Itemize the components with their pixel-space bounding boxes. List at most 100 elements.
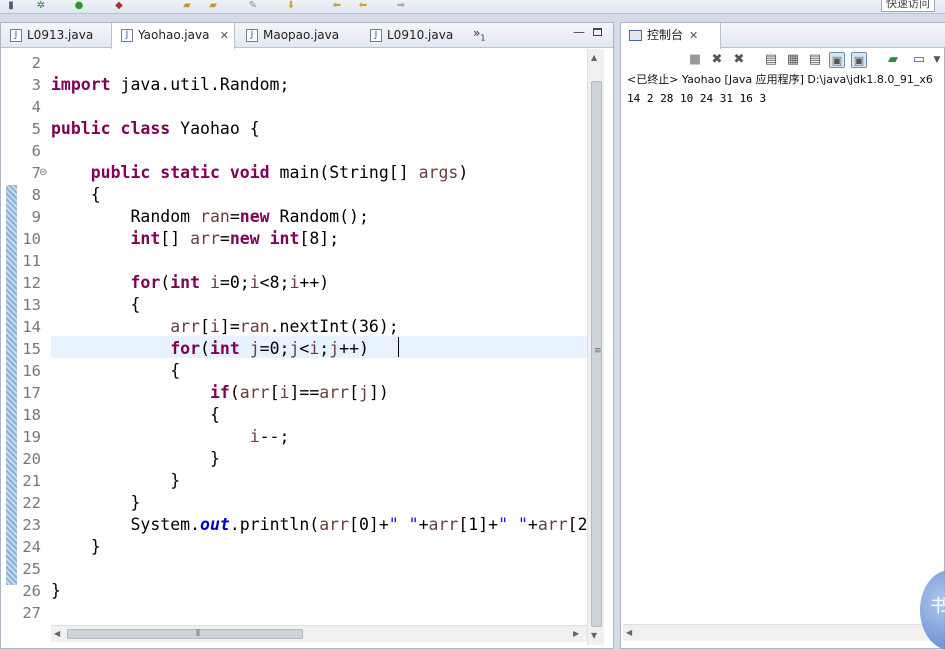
scroll-left-icon[interactable]: ◀ bbox=[626, 628, 632, 637]
tab-console[interactable]: 控制台 ✕ bbox=[621, 23, 721, 49]
code-line: int[] arr=new int[8]; bbox=[51, 228, 339, 250]
scroll-lock-icon[interactable]: ▦ bbox=[785, 52, 801, 68]
scroll-thumb[interactable]: ⦀ bbox=[67, 629, 303, 639]
next-annotation-icon[interactable]: ⬇ bbox=[284, 0, 298, 11]
code-token: [0]+ bbox=[349, 515, 389, 534]
line-number: 10 bbox=[22, 230, 41, 248]
line-number: 7 bbox=[31, 164, 41, 182]
code-token: { bbox=[51, 295, 141, 314]
tab-label: L0913.java bbox=[27, 28, 94, 42]
tab-l0910[interactable]: J L0910.java bbox=[361, 23, 467, 48]
code-token: [ bbox=[349, 383, 360, 402]
code-token: [2 bbox=[567, 515, 587, 534]
forward-back-icon[interactable]: ⬅ bbox=[356, 0, 370, 11]
code-token: arr bbox=[239, 383, 270, 402]
code-token: + bbox=[527, 515, 538, 534]
line-number: 25 bbox=[22, 560, 41, 578]
open-type-icon[interactable]: ▰ bbox=[206, 0, 220, 11]
console-output[interactable]: 14 2 28 10 24 31 16 3 bbox=[627, 92, 766, 106]
code-token: } bbox=[51, 537, 101, 556]
code-token: ]) bbox=[368, 383, 389, 402]
minimize-icon[interactable]: — bbox=[573, 25, 585, 39]
scroll-right-icon[interactable]: ▶ bbox=[573, 629, 579, 638]
line-number: 15 bbox=[22, 340, 41, 358]
line-number: 19 bbox=[22, 428, 41, 446]
vertical-scrollbar[interactable]: ▲ ≡ ▼ bbox=[587, 49, 604, 645]
code-line: { bbox=[51, 360, 180, 382]
run-icon[interactable]: ● bbox=[72, 0, 86, 11]
line-number: 11 bbox=[22, 252, 41, 270]
editor-panel: J L0913.java J Yaohao.java ✕ J Maopao.ja… bbox=[0, 22, 614, 649]
scroll-left-icon[interactable]: ◀ bbox=[54, 629, 60, 638]
code-token: new bbox=[239, 207, 270, 226]
open-folder-icon[interactable]: ▰ bbox=[180, 0, 194, 11]
code-token: .nextInt(36); bbox=[269, 317, 399, 336]
line-number: 26 bbox=[22, 582, 41, 600]
code-token: args bbox=[418, 163, 459, 182]
scroll-down-icon[interactable]: ▼ bbox=[591, 631, 597, 640]
tab-label: 控制台 bbox=[647, 28, 684, 42]
pin-console-icon[interactable]: ▰ bbox=[885, 52, 901, 68]
code-token: " " bbox=[498, 515, 528, 534]
close-icon[interactable]: ✕ bbox=[220, 23, 229, 48]
line-number: 20 bbox=[22, 450, 41, 468]
maximize-icon[interactable] bbox=[593, 28, 602, 36]
code-token: int bbox=[269, 229, 300, 248]
terminate-icon[interactable]: ■ bbox=[687, 52, 703, 68]
search-icon[interactable]: ✎ bbox=[246, 0, 260, 11]
code-token: i bbox=[309, 339, 320, 358]
tab-yaohao[interactable]: J Yaohao.java ✕ bbox=[111, 23, 235, 49]
code-line: for(int i=0;i<8;i++) bbox=[51, 272, 329, 294]
show-on-stderr-icon[interactable]: ▣ bbox=[851, 52, 867, 68]
tab-overflow-button[interactable]: »1 bbox=[473, 23, 485, 48]
fold-collapse-icon[interactable]: ⊖ bbox=[39, 167, 47, 178]
code-token: i bbox=[289, 273, 300, 292]
quick-access-field[interactable]: 快速访问 bbox=[881, 0, 935, 12]
external-tools-icon[interactable]: ◆ bbox=[112, 0, 126, 11]
code-token: j bbox=[249, 339, 260, 358]
tab-label: Yaohao.java bbox=[138, 28, 210, 42]
code-token: i bbox=[279, 383, 290, 402]
close-icon[interactable]: ✕ bbox=[689, 23, 698, 48]
code-token: j bbox=[359, 383, 369, 402]
code-token: Yaohao { bbox=[170, 119, 260, 138]
line-number: 5 bbox=[31, 120, 41, 138]
code-token: } bbox=[51, 471, 181, 490]
tab-label: L0910.java bbox=[387, 28, 454, 42]
horizontal-scrollbar[interactable]: ◀ bbox=[623, 624, 943, 641]
scroll-thumb[interactable]: ≡ bbox=[591, 81, 602, 627]
code-area[interactable]: import java.util.Random; public class Yao… bbox=[51, 49, 587, 645]
watermark-glyph: 书 bbox=[930, 596, 945, 617]
chevron-down-icon[interactable]: ▼ bbox=[929, 52, 945, 68]
line-number: 13 bbox=[22, 296, 41, 314]
remove-all-icon[interactable]: ✖ bbox=[731, 52, 747, 68]
code-token: ( bbox=[200, 339, 210, 358]
code-token: ]== bbox=[289, 383, 320, 402]
remove-launch-icon[interactable]: ✖ bbox=[709, 52, 725, 68]
debug-icon[interactable]: ✲ bbox=[34, 0, 48, 11]
forward-icon[interactable]: ➡ bbox=[394, 0, 408, 11]
back-icon[interactable]: ⬅ bbox=[330, 0, 344, 11]
code-line: } bbox=[51, 580, 61, 602]
clear-console-icon[interactable]: ▤ bbox=[763, 52, 779, 68]
tab-l0913[interactable]: J L0913.java bbox=[1, 23, 109, 48]
scroll-up-icon[interactable]: ▲ bbox=[591, 53, 597, 62]
console-icon bbox=[629, 30, 642, 41]
display-console-icon[interactable]: ▭ bbox=[911, 52, 927, 68]
editor-tab-bar: J L0913.java J Yaohao.java ✕ J Maopao.ja… bbox=[1, 23, 613, 49]
grip-icon: ⦀ bbox=[196, 629, 200, 639]
code-token: =0; bbox=[259, 339, 290, 358]
console-toolbar: ■ ✖ ✖ ▤ ▦ ▤ ▣ ▣ ▰ ▭ ▼ bbox=[621, 48, 945, 72]
line-number: 2 bbox=[31, 54, 41, 72]
horizontal-scrollbar[interactable]: ◀ ⦀ ▶ bbox=[51, 625, 587, 642]
tab-maopao[interactable]: J Maopao.java bbox=[237, 23, 355, 48]
code-line: { bbox=[51, 404, 220, 426]
show-on-stdout-icon[interactable]: ▣ bbox=[829, 52, 845, 68]
word-wrap-icon[interactable]: ▤ bbox=[807, 52, 823, 68]
code-token: } bbox=[51, 449, 220, 468]
text-caret bbox=[398, 337, 399, 357]
